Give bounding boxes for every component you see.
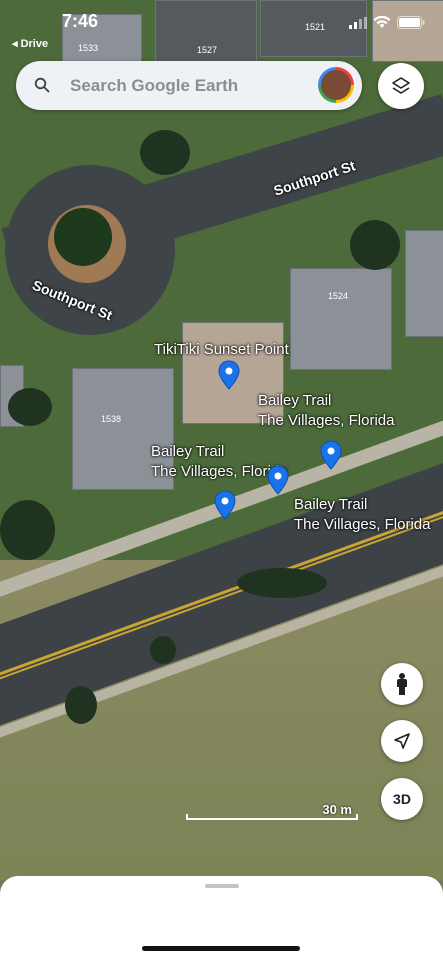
status-time: 7:46 — [62, 11, 99, 31]
cellular-signal-icon — [349, 16, 367, 29]
map-pin-icon[interactable] — [319, 440, 343, 470]
status-icons — [349, 16, 425, 29]
satellite-map[interactable]: 1533 1527 1521 1524 1538 Southport St So… — [0, 0, 443, 880]
tree — [150, 636, 176, 664]
my-location-button[interactable] — [381, 720, 423, 762]
3d-toggle-button[interactable]: 3D — [381, 778, 423, 820]
place-label[interactable]: TikiTiki Sunset Point — [154, 340, 289, 360]
map-pin-icon[interactable] — [266, 465, 290, 495]
lot-number: 1527 — [197, 45, 218, 55]
tree — [140, 130, 190, 175]
tree — [237, 568, 327, 598]
lot-number: 1538 — [101, 414, 122, 424]
lot-number: 1524 — [328, 291, 349, 301]
place-name: Bailey Trail — [151, 443, 225, 460]
street-view-button[interactable] — [381, 663, 423, 705]
place-name: Bailey Trail — [294, 496, 368, 513]
place-name: Bailey Trail — [258, 392, 332, 409]
home-indicator[interactable] — [142, 946, 300, 951]
house-roof — [405, 230, 443, 337]
search-bar[interactable]: Search Google Earth — [16, 61, 362, 110]
tree — [350, 220, 400, 270]
map-pin-icon[interactable] — [217, 360, 241, 390]
tree — [0, 500, 55, 560]
tree — [65, 686, 97, 724]
place-sub: The Villages, Florida — [294, 516, 431, 533]
layers-button[interactable] — [378, 63, 424, 109]
layers-icon — [392, 77, 410, 94]
place-label[interactable]: Bailey Trail The Villages, Florida — [294, 495, 430, 535]
account-avatar[interactable] — [318, 67, 354, 103]
tree — [8, 388, 52, 426]
avatar-photo — [321, 70, 351, 100]
scale-bar: 30 m — [186, 802, 358, 820]
pegman-icon — [397, 673, 407, 695]
wifi-icon — [373, 16, 391, 28]
house-roof — [372, 0, 443, 62]
sheet-drag-handle[interactable] — [205, 884, 239, 888]
battery-icon — [397, 16, 425, 29]
place-label[interactable]: Bailey Trail The Villages, Florida — [258, 391, 394, 431]
scale-ruler — [186, 814, 358, 820]
house-roof — [290, 268, 392, 370]
map-pin-icon[interactable] — [213, 490, 237, 520]
lot-number: 1521 — [305, 22, 326, 32]
place-sub: The Villages, Florida — [258, 412, 395, 429]
back-to-app-link[interactable]: ◂ Drive — [12, 37, 48, 50]
navigation-arrow-icon — [394, 733, 410, 749]
bottom-sheet[interactable] — [0, 876, 443, 960]
search-input[interactable]: Search Google Earth — [70, 76, 238, 96]
place-name: TikiTiki Sunset Point — [154, 341, 289, 358]
search-icon — [34, 77, 50, 93]
lot-number: 1533 — [78, 43, 99, 53]
tree — [54, 208, 112, 266]
